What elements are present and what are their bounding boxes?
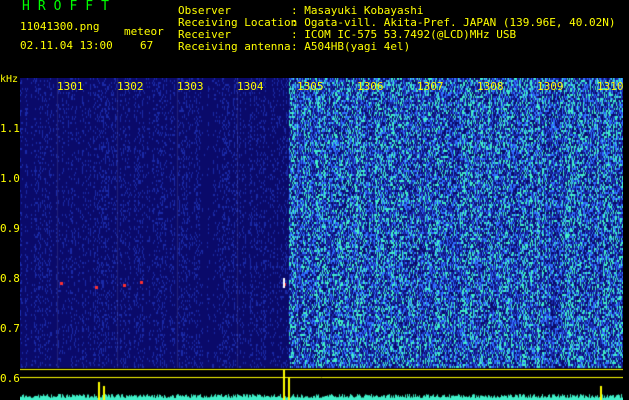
x-tick-label: 1301 [57, 80, 84, 93]
y-tick-label: 1.1 [0, 122, 20, 135]
x-tick-label: 1305 [297, 80, 324, 93]
x-tick-label: 1310 [597, 80, 624, 93]
y-tick-label: 0.7 [0, 322, 20, 335]
meteor-count-value: 67 [140, 39, 154, 52]
spectrogram-plot [20, 78, 623, 400]
y-tick-label: 0.8 [0, 272, 20, 285]
file-name: 11041300.png [20, 20, 100, 33]
x-tick-label: 1309 [537, 80, 564, 93]
y-tick-label: 0.6 [0, 372, 20, 385]
y-axis-unit: kHz [0, 74, 19, 85]
x-tick-label: 1303 [177, 80, 204, 93]
header: HROFFT 11041300.png 02.11.04 13:00 meteo… [0, 0, 629, 85]
x-tick-label: 1307 [417, 80, 444, 93]
timestamp: 02.11.04 13:00 [20, 39, 113, 52]
x-tick-label: 1304 [237, 80, 264, 93]
spectrogram-canvas [20, 78, 623, 400]
antenna-value: : A504HB(yagi 4el) [291, 40, 411, 53]
app-title: HROFFT [22, 0, 117, 14]
y-tick-label: 1.0 [0, 172, 20, 185]
x-tick-label: 1308 [477, 80, 504, 93]
y-tick-label: 0.9 [0, 222, 20, 235]
x-tick-label: 1306 [357, 80, 384, 93]
antenna-label: Receiving antenna [178, 40, 291, 53]
x-tick-label: 1302 [117, 80, 144, 93]
meteor-count-label: meteor [124, 25, 164, 38]
